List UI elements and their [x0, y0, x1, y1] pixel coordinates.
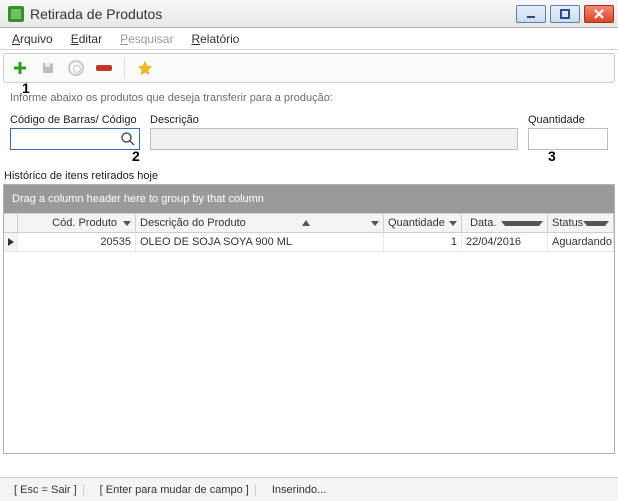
callout-1: 1 [22, 80, 30, 96]
save-icon [38, 58, 58, 78]
menubar: Arquivo Editar Pesquisar Relatório [0, 28, 618, 50]
toolbar-separator [124, 58, 125, 78]
window-buttons [516, 5, 614, 23]
chevron-down-icon[interactable] [583, 221, 609, 226]
remove-icon[interactable] [94, 58, 114, 78]
toolbar [3, 53, 615, 83]
cell-status: Aguardando [548, 233, 614, 251]
field-codigo: Código de Barras/ Código [10, 114, 140, 150]
cell-cod: 20535 [18, 233, 136, 251]
table-row[interactable]: 20535 OLEO DE SOJA SOYA 900 ML 1 22/04/2… [4, 233, 614, 252]
maximize-button[interactable] [550, 5, 580, 23]
refresh-icon [66, 58, 86, 78]
menu-editar[interactable]: Editar [71, 32, 102, 46]
callout-2: 2 [132, 148, 140, 164]
grid-body: 20535 OLEO DE SOJA SOYA 900 ML 1 22/04/2… [4, 233, 614, 453]
row-indicator [4, 233, 18, 251]
add-icon[interactable] [10, 58, 30, 78]
quantidade-label: Quantidade [528, 114, 608, 126]
descricao-label: Descrição [150, 114, 518, 126]
form-panel: Informe abaixo os produtos que deseja tr… [0, 86, 618, 156]
favorite-icon[interactable] [135, 58, 155, 78]
chevron-down-icon[interactable] [501, 221, 544, 226]
history-grid: Drag a column header here to group by th… [3, 184, 615, 454]
cell-qtd: 1 [384, 233, 462, 251]
instruction-text: Informe abaixo os produtos que deseja tr… [10, 92, 608, 104]
chevron-down-icon[interactable] [123, 221, 131, 226]
col-descricao[interactable]: Descrição do Produto [136, 214, 384, 232]
col-cod-produto[interactable]: Cód. Produto [18, 214, 136, 232]
group-by-hint[interactable]: Drag a column header here to group by th… [4, 185, 614, 213]
callout-3: 3 [548, 148, 556, 164]
app-icon [8, 6, 24, 22]
minimize-button[interactable] [516, 5, 546, 23]
statusbar: [ Esc = Sair ] [ Enter para mudar de cam… [0, 477, 618, 501]
cell-data: 22/04/2016 [462, 233, 548, 251]
titlebar: Retirada de Produtos [0, 0, 618, 28]
status-enter: [ Enter para mudar de campo ] [94, 484, 256, 496]
cell-desc: OLEO DE SOJA SOYA 900 ML [136, 233, 384, 251]
col-status[interactable]: Status [548, 214, 614, 232]
history-label: Histórico de itens retirados hoje [4, 170, 618, 182]
codigo-label: Código de Barras/ Código [10, 114, 140, 126]
search-icon[interactable] [120, 131, 136, 147]
window-title: Retirada de Produtos [30, 6, 516, 22]
chevron-down-icon[interactable] [371, 221, 379, 226]
row-selector-header [4, 214, 18, 232]
status-mode: Inserindo... [266, 484, 332, 496]
col-data[interactable]: Data. [462, 214, 548, 232]
chevron-down-icon[interactable] [449, 221, 457, 226]
col-quantidade[interactable]: Quantidade [384, 214, 462, 232]
menu-relatorio[interactable]: Relatório [191, 32, 239, 46]
descricao-input [150, 128, 518, 150]
menu-pesquisar: Pesquisar [120, 32, 173, 46]
field-descricao: Descrição [150, 114, 518, 150]
quantidade-input[interactable] [528, 128, 608, 150]
current-row-icon [8, 238, 14, 246]
sort-asc-icon [302, 220, 310, 226]
menu-arquivo[interactable]: Arquivo [12, 32, 53, 46]
grid-header: Cód. Produto Descrição do Produto Quanti… [4, 213, 614, 233]
status-esc: [ Esc = Sair ] [8, 484, 84, 496]
field-quantidade: Quantidade [528, 114, 608, 150]
close-button[interactable] [584, 5, 614, 23]
